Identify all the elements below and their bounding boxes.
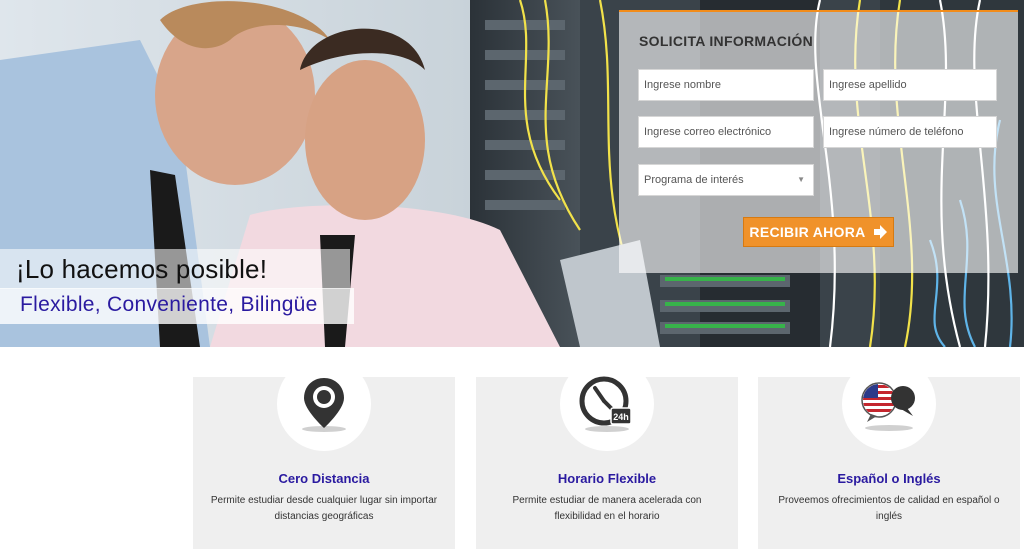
first-name-input[interactable] [638, 69, 814, 101]
program-select[interactable]: Programa de interés ▼ [638, 164, 814, 196]
feature-title: Español o Inglés [837, 471, 941, 486]
last-name-input[interactable] [823, 69, 997, 101]
email-input[interactable] [638, 116, 814, 148]
hero-tagline-banner: ¡Lo hacemos posible! [0, 249, 350, 289]
arrow-right-icon [873, 225, 887, 239]
feature-icon-circle [277, 357, 371, 451]
feature-card-distance: Cero Distancia Permite estudiar desde cu… [193, 357, 455, 549]
feature-title: Horario Flexible [557, 471, 657, 486]
feature-description: Permite estudiar de manera acelerada con… [512, 495, 702, 522]
feature-icon-circle: 24h [560, 357, 654, 451]
program-select-value: Programa de interés [644, 174, 744, 186]
submit-button-label: RECIBIR AHORA [749, 224, 866, 240]
hero-banner: ¡Lo hacemos posible! Flexible, Convenien… [0, 0, 1024, 347]
feature-card-schedule: 24h Horario Flexible Permite estudiar de… [476, 357, 738, 549]
chevron-down-icon: ▼ [797, 175, 805, 184]
hero-tagline: ¡Lo hacemos posible! [16, 254, 268, 284]
feature-description: Permite estudiar desde cualquier lugar s… [210, 495, 438, 522]
information-request-form: SOLICITA INFORMACIÓN Programa de interés… [619, 10, 1018, 273]
svg-text:24h: 24h [613, 412, 629, 422]
location-pin-icon [302, 378, 346, 432]
feature-icon-circle [842, 357, 936, 451]
language-bubbles-icon [861, 382, 915, 431]
feature-description: Proveemos ofrecimientos de calidad en es… [778, 495, 1000, 522]
hero-subtagline-banner: Flexible, Conveniente, Bilingüe [0, 288, 354, 324]
feature-card-language: Español o Inglés Proveemos ofrecimientos… [758, 357, 1020, 549]
hero-subtagline: Flexible, Conveniente, Bilingüe [20, 293, 318, 316]
clock-24h-icon: 24h [579, 376, 632, 432]
form-title: SOLICITA INFORMACIÓN [639, 33, 813, 49]
phone-input[interactable] [823, 116, 997, 148]
features-section: Cero Distancia Permite estudiar desde cu… [0, 347, 1024, 556]
submit-button[interactable]: RECIBIR AHORA [743, 217, 894, 247]
feature-title: Cero Distancia [278, 471, 370, 486]
